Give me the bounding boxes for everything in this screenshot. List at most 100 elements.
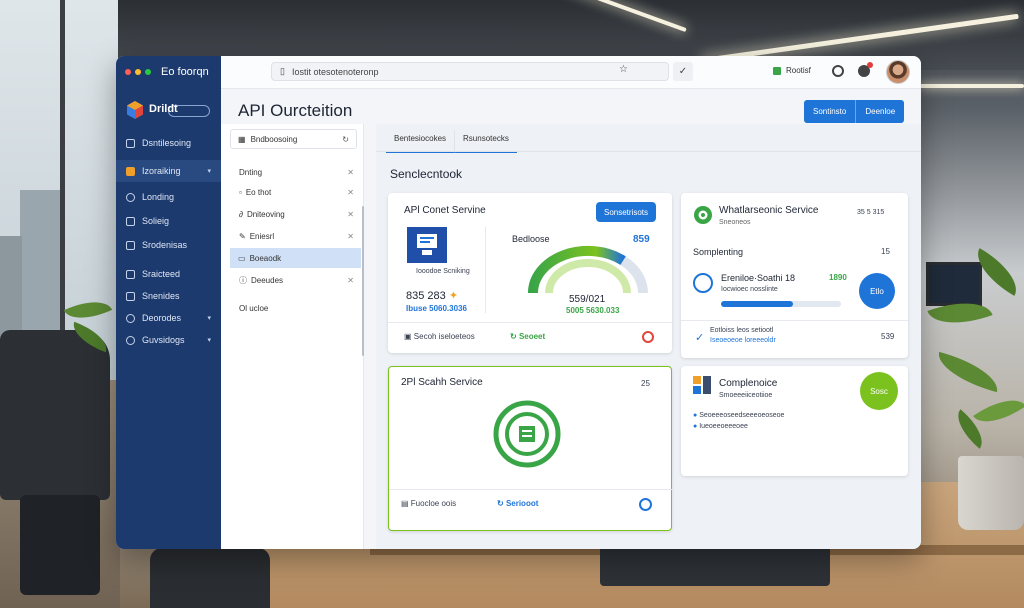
- cloud-icon: [126, 192, 135, 202]
- list-icon: [126, 291, 135, 301]
- panel-search-label: Bndboosoing: [250, 134, 298, 144]
- sidebar-item-solieig[interactable]: Solieig: [116, 210, 221, 232]
- info-icon: ⓘ: [239, 275, 247, 285]
- address-bar[interactable]: ▯ Iostit otesotenoteronp: [271, 62, 669, 81]
- doc-icon: ▤: [401, 499, 409, 508]
- action-circle-button[interactable]: Etlo: [859, 273, 895, 309]
- close-icon[interactable]: ✕: [347, 210, 354, 219]
- row-title: Ereniloe·Soathi 18: [721, 273, 796, 283]
- card-footer-status[interactable]: ↻ Seriooot: [497, 499, 538, 508]
- link-icon: ∂: [239, 209, 243, 219]
- footer-status-label: Seriooot: [505, 499, 539, 508]
- primary-button[interactable]: Sontinsto: [804, 100, 856, 123]
- page-title: API Ourcteition: [238, 101, 353, 120]
- panel-item[interactable]: ✎ Eniesrl ✕: [231, 226, 362, 246]
- row-value: 1890: [829, 273, 847, 282]
- stat-secondary: Ibuse 5060.3036: [406, 304, 467, 313]
- main-content: Bentesiocokes Rsunsotecks Senclecntook A…: [376, 124, 921, 549]
- card-footer-left[interactable]: ▤ Fuocloe oois: [401, 499, 456, 508]
- tab-overview[interactable]: Bentesiocokes: [386, 130, 455, 153]
- footer-line: Eotloiss leos setiootl: [710, 327, 774, 334]
- plant-leaf: [973, 387, 1024, 435]
- window-controls: [125, 69, 151, 75]
- divider: [376, 151, 921, 152]
- sidebar-item-label: Guvsidogs: [142, 335, 185, 345]
- panel-item[interactable]: Dnting ✕: [231, 162, 362, 182]
- close-icon[interactable]: ✕: [347, 188, 354, 197]
- status-badge-label: Rootisf: [786, 66, 811, 75]
- close-icon[interactable]: ✕: [347, 232, 354, 241]
- sidebar-item-dashboard[interactable]: Dsntilesoing: [116, 132, 221, 154]
- card-subtitle: Smoeeeiiceotiioe: [719, 392, 773, 399]
- stat-primary: 835 283 ✦: [406, 289, 458, 302]
- bookmark-star-icon[interactable]: ☆: [619, 64, 628, 75]
- card-title: 2Pl Scahh Service: [401, 377, 483, 388]
- progress-fill: [721, 301, 793, 307]
- compliance-badge[interactable]: Sosc: [860, 372, 898, 410]
- refresh-icon: ↻: [497, 499, 504, 508]
- close-icon[interactable]: ✕: [347, 168, 354, 177]
- settings-icon: [126, 335, 135, 345]
- gauge-subvalue: 5005 5630.033: [566, 306, 620, 315]
- minimize-window-button[interactable]: [135, 69, 141, 75]
- panel-item[interactable]: ▫ Eo thot ✕: [231, 182, 362, 202]
- card-action-button[interactable]: Sonsetrisots: [596, 202, 656, 222]
- close-window-button[interactable]: [125, 69, 131, 75]
- compliance-card[interactable]: Complenoice Smoeeeiiceotiioe ● Seoeeeose…: [681, 366, 908, 476]
- maximize-window-button[interactable]: [145, 69, 151, 75]
- compliance-logo-icon: [693, 376, 711, 394]
- panel-item-label: Dniteoving: [246, 209, 285, 219]
- notification-icon[interactable]: [858, 62, 873, 77]
- sidebar-item-label: Dsntilesoing: [142, 138, 192, 148]
- avatar[interactable]: [886, 60, 910, 84]
- sidebar: Eo foorqn Drildt Dsntilesoing Izoraiking…: [116, 56, 221, 549]
- compliance-line-text: Seoeeeoseedseeeoeoseoe: [699, 412, 785, 419]
- secondary-button[interactable]: Deenloe: [855, 100, 905, 123]
- panel-item[interactable]: Ol ucloe: [231, 298, 362, 318]
- panel-item-label: Eniesrl: [249, 231, 275, 241]
- sidebar-item-sraicteed[interactable]: Sraicteed: [116, 263, 221, 285]
- ceiling-light: [920, 84, 1024, 88]
- refresh-icon[interactable]: ↻: [342, 135, 349, 144]
- sidebar-item-londing[interactable]: Londing: [116, 186, 221, 208]
- sidebar-item-label: Londing: [142, 192, 175, 202]
- info-icon[interactable]: [639, 498, 652, 511]
- page-icon: ▯: [280, 66, 285, 76]
- panel-item[interactable]: ∂ Dniteoving ✕: [231, 204, 362, 224]
- sidebar-item-deorodes[interactable]: Deorodes ▾: [116, 307, 221, 329]
- footer-status-label: Seoeet: [518, 332, 546, 341]
- office-chair: [0, 330, 110, 500]
- grid-icon: ▦: [238, 134, 246, 144]
- sidebar-item-label: Solieig: [142, 216, 170, 226]
- panel-item-label: Deeudes: [251, 275, 284, 285]
- office-chair: [150, 548, 270, 608]
- search-service-card[interactable]: 2Pl Scahh Service 25 ▤ Fuocloe oois ↻ Se…: [388, 366, 673, 531]
- card-subtitle: Sneoneos: [719, 219, 751, 226]
- panel-item-label: Ol ucloe: [239, 303, 269, 313]
- check-icon[interactable]: ✓: [673, 62, 693, 81]
- alert-icon[interactable]: [642, 331, 654, 343]
- status-badge[interactable]: Rootisf: [773, 66, 811, 75]
- panel-item-selected[interactable]: ▭ Boeaodk: [230, 248, 361, 268]
- card-footer-status[interactable]: ↻ Seoeet: [510, 332, 545, 341]
- tab-resources[interactable]: Rsunsotecks: [454, 130, 517, 153]
- card-footer-left[interactable]: ▣ Secoh iseloeteos: [404, 332, 475, 341]
- help-icon[interactable]: [832, 65, 844, 77]
- section-value: 15: [881, 247, 890, 256]
- doc-icon: [126, 216, 135, 226]
- printer: [600, 546, 830, 586]
- panel-item[interactable]: ⓘ Deeudes ✕: [231, 270, 362, 290]
- sidebar-item-guvsidogs[interactable]: Guvsidogs ▾: [116, 329, 221, 351]
- section-title: Senclecntook: [390, 167, 463, 181]
- close-icon[interactable]: ✕: [347, 276, 354, 285]
- panel-search[interactable]: ▦ Bndboosoing ↻: [230, 129, 357, 149]
- api-service-card[interactable]: APl Conet Servine Sonsetrisots Iooodoe S…: [388, 193, 672, 353]
- sidebar-item-tracking[interactable]: Izoraiking ▾: [116, 160, 221, 182]
- window-title: Eo foorqn: [161, 66, 209, 78]
- whatlist-service-card[interactable]: Whatlarseonic Service 35 5 315 Sneoneos …: [681, 193, 908, 358]
- sidebar-item-srodenisas[interactable]: Srodenisas: [116, 234, 221, 256]
- card-divider: [388, 322, 672, 323]
- server-icon: [407, 227, 447, 263]
- panel-scrollbar[interactable]: [362, 206, 364, 356]
- sidebar-item-snenides[interactable]: Snenides: [116, 285, 221, 307]
